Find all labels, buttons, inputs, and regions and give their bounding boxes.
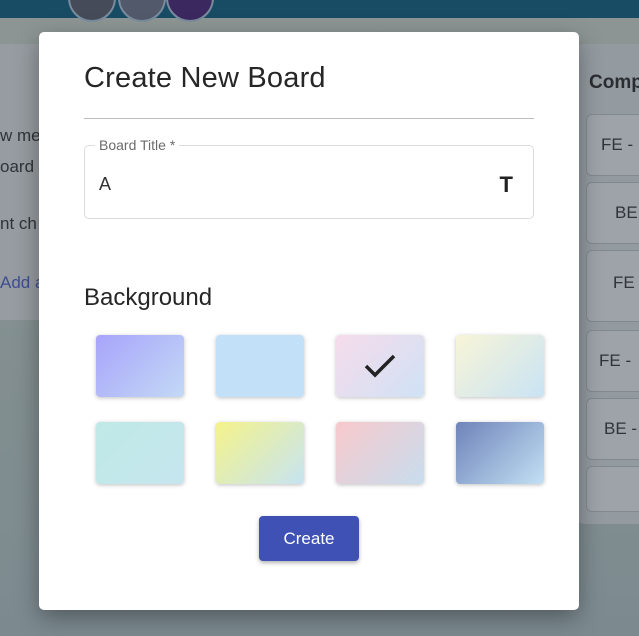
background-option-pink-blue-gradient[interactable] bbox=[336, 335, 424, 397]
background-option-cream-blue-gradient[interactable] bbox=[456, 335, 544, 397]
background-option-indigo-sky-gradient[interactable] bbox=[456, 422, 544, 484]
background-option-yellow-blue-gradient[interactable] bbox=[216, 422, 304, 484]
board-title-label: Board Title * bbox=[95, 137, 180, 153]
text-format-icon: T bbox=[499, 172, 513, 197]
background-option-mint[interactable] bbox=[96, 422, 184, 484]
board-title-input[interactable] bbox=[99, 174, 479, 195]
background-option-peach-blue-gradient[interactable] bbox=[336, 422, 424, 484]
divider bbox=[84, 118, 534, 119]
dialog-title: Create New Board bbox=[84, 62, 326, 94]
create-button[interactable]: Create bbox=[259, 516, 359, 561]
background-option-light-blue[interactable] bbox=[216, 335, 304, 397]
create-board-dialog: Create New Board Board Title * T Backgro… bbox=[39, 32, 579, 610]
background-option-lavender-gradient[interactable] bbox=[96, 335, 184, 397]
checkmark-icon bbox=[364, 354, 396, 378]
board-title-field[interactable]: Board Title * T bbox=[84, 137, 534, 219]
background-section-title: Background bbox=[84, 284, 213, 311]
